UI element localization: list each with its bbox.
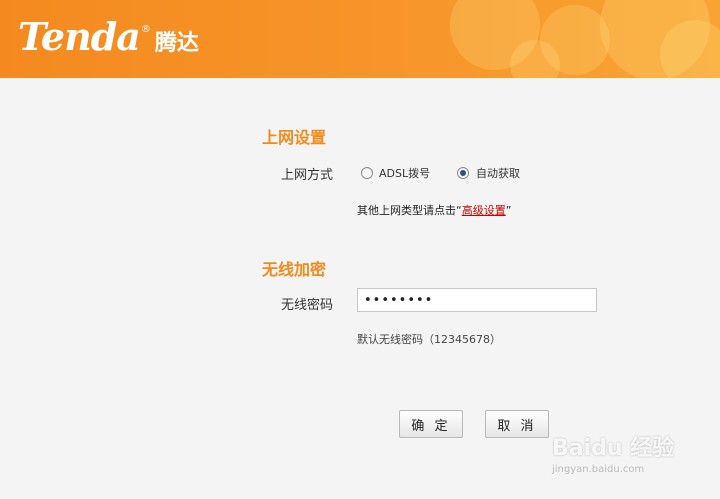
cancel-button[interactable]: 取 消 [485, 410, 549, 438]
registered-mark: ® [140, 24, 151, 35]
internet-section-title: 上网设置 [262, 128, 327, 147]
wireless-password-label: 无线密码 [281, 298, 334, 313]
auto-obtain-radio-label[interactable]: 自动获取 [476, 165, 520, 181]
header-banner: Tenda ® 腾达 [0, 0, 720, 78]
advanced-settings-link[interactable]: 高级设置 [462, 204, 506, 217]
wireless-password-input[interactable] [357, 288, 597, 312]
confirm-button[interactable]: 确 定 [399, 410, 463, 438]
adsl-radio-label[interactable]: ADSL拨号 [379, 165, 430, 181]
wireless-section-title: 无线加密 [262, 260, 327, 279]
connection-type-label: 上网方式 [281, 168, 334, 183]
advanced-settings-hint: 其他上网类型请点击“高级设置” [357, 202, 511, 218]
logo-chinese-name: 腾达 [154, 31, 199, 56]
baidu-watermark: Baidu 经验 jingyan.baidu.com [552, 430, 674, 475]
tenda-logo: Tenda ® 腾达 [18, 14, 199, 59]
default-password-hint: 默认无线密码（12345678） [357, 333, 501, 346]
watermark-main: Baidu 经验 [552, 436, 675, 461]
watermark-url: jingyan.baidu.com [552, 464, 645, 475]
hint-suffix: ” [505, 204, 512, 217]
auto-obtain-radio[interactable] [457, 167, 469, 179]
adsl-radio[interactable] [361, 167, 373, 179]
logo-wordmark: Tenda [18, 14, 141, 59]
hint-prefix: 其他上网类型请点击“ [357, 204, 462, 217]
